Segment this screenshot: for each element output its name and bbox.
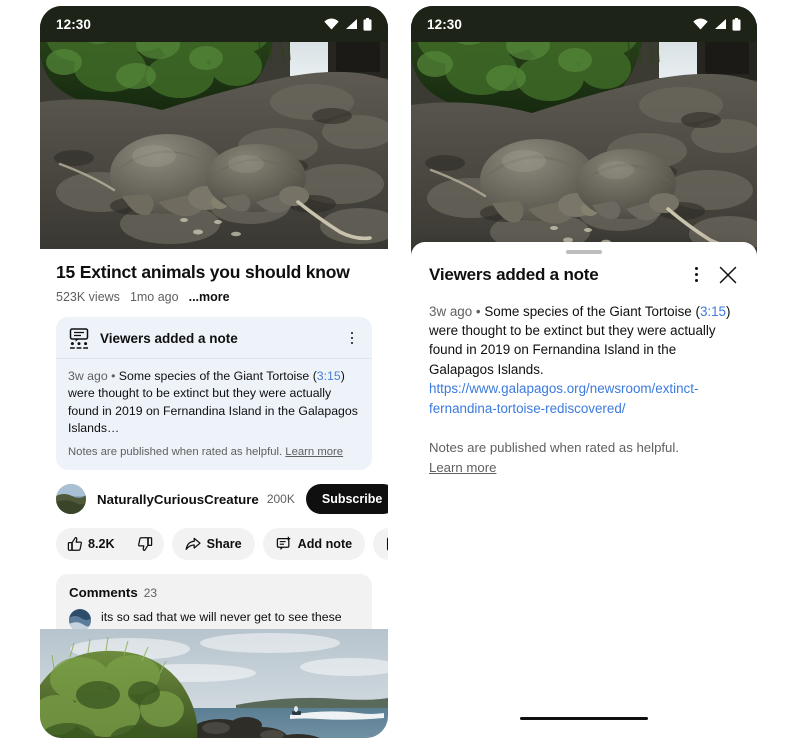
status-bar-right: 12:30 — [411, 6, 757, 42]
note-timestamp-link[interactable]: 3:15 — [317, 369, 341, 383]
sheet-note-text: 3w ago • Some species of the Giant Torto… — [429, 302, 739, 419]
sheet-footer: Notes are published when rated as helpfu… — [429, 438, 739, 478]
viewers-note-body: 3w ago • Some species of the Giant Torto… — [56, 359, 372, 470]
close-icon[interactable] — [717, 264, 739, 286]
channel-subscriber-count: 200K — [266, 492, 295, 507]
sheet-title: Viewers added a note — [429, 264, 599, 284]
commenter-avatar-image — [69, 609, 91, 632]
sheet-body-part1: Some species of the Giant Tortoise ( — [484, 303, 700, 319]
sheet-learn-more-link[interactable]: Learn more — [429, 458, 496, 478]
upload-age: 1mo ago — [129, 290, 179, 304]
video-player-thumbnail-left[interactable] — [40, 6, 388, 249]
channel-avatar-image — [56, 484, 86, 515]
battery-icon — [363, 17, 372, 31]
status-bar-time-right: 12:30 — [427, 16, 463, 32]
add-note-button[interactable]: Add note — [262, 528, 366, 561]
note-learn-more-link[interactable]: Learn more — [285, 446, 343, 458]
sheet-note-separator: • — [472, 303, 485, 319]
comments-count: 23 — [143, 586, 158, 601]
phone-screen-left: 12:30 15 Extinct animals you should know… — [40, 6, 388, 738]
note-footer-text: Notes are published when rated as helpfu… — [68, 445, 283, 458]
battery-icon — [732, 17, 741, 31]
subscribe-button[interactable]: Subscribe — [305, 484, 388, 515]
sheet-header: Viewers added a note — [411, 254, 757, 286]
channel-name[interactable]: NaturallyCuriousCreature — [97, 492, 259, 507]
viewers-note-icon — [69, 328, 89, 349]
dislike-button[interactable] — [137, 536, 153, 552]
add-note-icon — [276, 536, 290, 551]
note-text: 3w ago • Some species of the Giant Torto… — [68, 368, 360, 438]
home-gesture-indicator[interactable] — [520, 716, 648, 720]
viewers-note-header: Viewers added a note — [56, 317, 372, 359]
commenter-avatar — [69, 609, 91, 632]
note-kebab-menu-icon[interactable] — [344, 329, 360, 347]
wifi-icon — [324, 18, 339, 30]
note-body-part1: Some species of the Giant Tortoise ( — [118, 369, 317, 383]
like-dislike-group: 8.2K — [56, 528, 164, 561]
viewers-note-card[interactable]: Viewers added a note 3w ago • Some speci… — [56, 317, 372, 471]
coastal-island-image — [40, 629, 388, 738]
tortoise-scene-image-right — [411, 6, 757, 259]
channel-avatar[interactable] — [56, 484, 86, 515]
channel-row: NaturallyCuriousCreature 200K Subscribe — [56, 484, 388, 515]
tortoise-scene-image — [40, 6, 388, 249]
status-bar-time: 12:30 — [56, 16, 92, 32]
show-more-button[interactable]: ...more — [189, 290, 230, 304]
video-meta-row: 523K views 1mo ago ...more — [56, 290, 372, 304]
note-timestamp: 3w ago — [68, 369, 108, 383]
action-button-row: 8.2K Share Add note — [56, 528, 388, 561]
sheet-timestamp-link[interactable]: 3:15 — [700, 304, 726, 319]
share-arrow-icon — [185, 537, 201, 551]
status-bar-icons — [324, 17, 372, 31]
sheet-source-url-link[interactable]: https://www.galapagos.org/newsroom/extin… — [429, 381, 698, 415]
viewers-note-title: Viewers added a note — [100, 330, 238, 346]
save-button[interactable]: Sa — [373, 528, 388, 561]
share-label: Share — [206, 537, 242, 552]
video-details-panel: 15 Extinct animals you should know 523K … — [40, 249, 388, 738]
status-bar-icons-right — [693, 17, 741, 31]
thumbs-down-icon — [137, 537, 152, 552]
next-video-thumbnail[interactable] — [40, 629, 388, 738]
cellular-signal-icon — [346, 19, 357, 29]
cellular-signal-icon — [715, 19, 726, 29]
video-title: 15 Extinct animals you should know — [56, 262, 350, 282]
video-player-thumbnail-right[interactable] — [411, 6, 757, 259]
sheet-footer-text: Notes are published when rated as helpfu… — [429, 440, 679, 456]
sheet-kebab-menu-icon[interactable] — [685, 264, 707, 286]
note-footer: Notes are published when rated as helpfu… — [68, 445, 360, 460]
wifi-icon — [693, 18, 708, 30]
comments-header: Comments 23 — [69, 585, 359, 600]
note-separator: • — [107, 369, 119, 383]
comments-label: Comments — [69, 585, 138, 601]
thumbs-up-icon — [67, 537, 82, 551]
add-note-label: Add note — [297, 537, 353, 552]
share-button[interactable]: Share — [171, 528, 255, 561]
viewers-note-bottom-sheet: Viewers added a note 3w ago • Some speci… — [411, 242, 757, 738]
save-plus-icon — [387, 537, 388, 551]
phone-screen-right: 12:30 Viewers added a note 3w ago • Some… — [411, 6, 757, 738]
sheet-body: 3w ago • Some species of the Giant Torto… — [411, 286, 757, 478]
status-bar-left: 12:30 — [40, 6, 388, 42]
like-count: 8.2K — [88, 537, 115, 552]
like-button[interactable]: 8.2K — [67, 536, 115, 552]
view-count: 523K views — [56, 290, 120, 304]
sheet-note-timestamp: 3w ago — [429, 303, 473, 319]
